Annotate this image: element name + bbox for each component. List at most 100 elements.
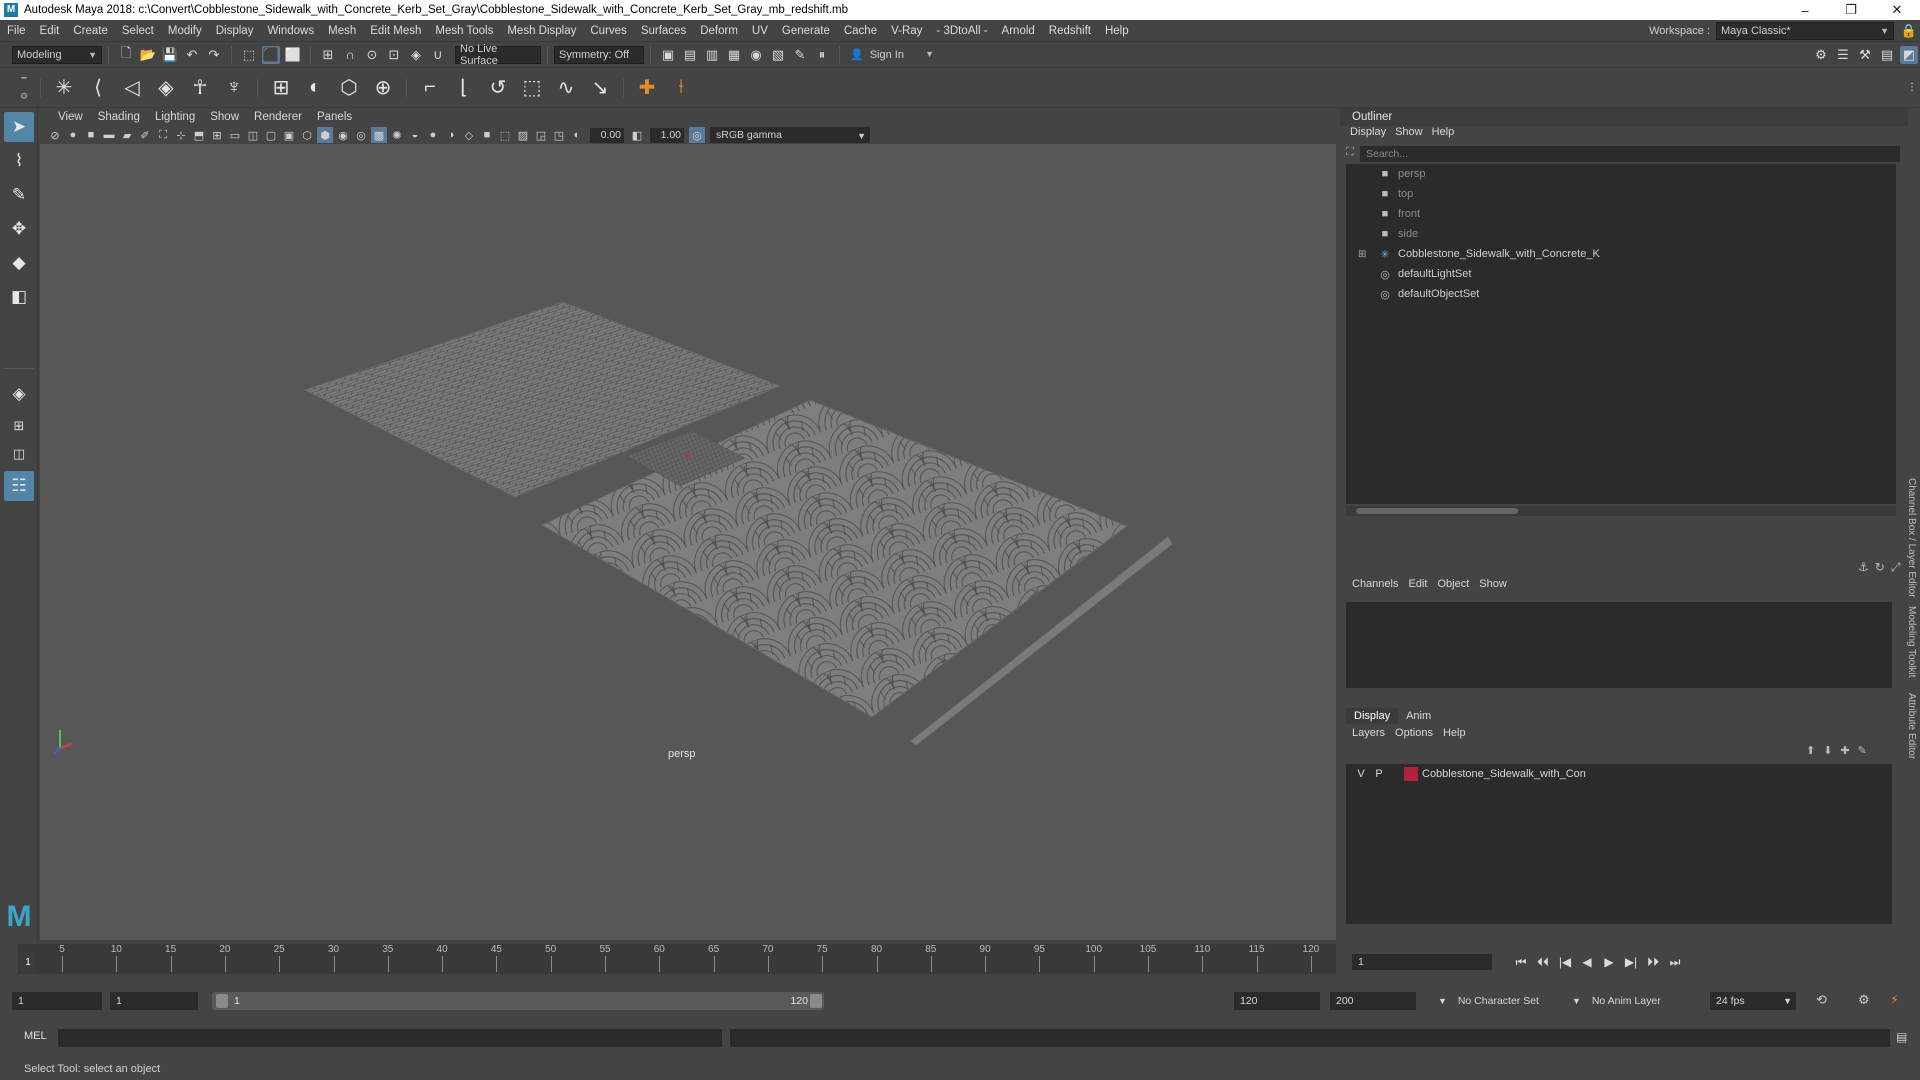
undo-icon[interactable]: ↶ [183, 46, 201, 64]
menu-help[interactable]: Help [1098, 25, 1136, 37]
channelbox-menu-channels[interactable]: Channels [1352, 578, 1408, 596]
play-backwards-icon[interactable]: ◀ [1576, 954, 1598, 970]
current-frame-field[interactable]: 1 [1352, 954, 1492, 970]
wireframe-on-shaded-icon[interactable]: ◎ [353, 127, 369, 143]
save-scene-icon[interactable]: 💾 [161, 46, 179, 64]
shelf-grip[interactable]: ━ ⚙ [14, 70, 34, 106]
menu-deform[interactable]: Deform [693, 25, 745, 37]
two-view-layout-icon[interactable]: ◫ [4, 443, 34, 465]
wave-icon[interactable]: ↘ [584, 72, 616, 104]
command-input[interactable] [58, 1029, 722, 1047]
minimize-button[interactable]: – [1782, 0, 1828, 20]
time-ruler[interactable]: 1 5 10 15 20 25 30 35 40 45 50 55 60 65 70 75 80 85 90 95 1… [18, 944, 1336, 974]
layer-menu-layers[interactable]: Layers [1352, 727, 1395, 739]
ipr-render-icon[interactable]: ▥ [703, 46, 721, 64]
filter-icon[interactable]: ⛶ [1346, 146, 1354, 159]
sign-in-button[interactable]: 👤 Sign In ▼ [846, 45, 938, 64]
gamma-field[interactable]: 1.00 [650, 127, 684, 143]
menu-modify[interactable]: Modify [161, 25, 209, 37]
side-tab-modeling-toolkit[interactable]: Modeling Toolkit [1906, 606, 1917, 678]
select-by-object-icon[interactable]: ⬛ [262, 45, 280, 64]
outliner-menu-help[interactable]: Help [1432, 126, 1464, 142]
menu-edit-mesh[interactable]: Edit Mesh [363, 25, 428, 37]
color-space-dropdown[interactable]: sRGB gamma ▼ [710, 127, 870, 143]
layer-menu-help[interactable]: Help [1443, 727, 1476, 739]
camera-attributes-icon[interactable]: ● [65, 127, 81, 143]
color-management-icon[interactable]: ◎ [689, 127, 705, 143]
screen-space-ao-icon[interactable]: ● [425, 127, 441, 143]
gamma-icon[interactable]: ◧ [629, 127, 645, 143]
new-layer-selected-icon[interactable]: ✎ [1858, 744, 1867, 757]
camera-select-icon[interactable]: ⊘ [47, 127, 63, 143]
anim-layer-dropdown[interactable]: ▼ No Anim Layer [1572, 992, 1682, 1010]
snap-view-icon[interactable]: ⊡ [385, 46, 403, 64]
menu-arnold[interactable]: Arnold [995, 25, 1042, 37]
step-back-frame-icon[interactable]: |◀ [1554, 954, 1576, 970]
squash-icon[interactable]: ⬚ [516, 72, 548, 104]
menu-uv[interactable]: UV [745, 25, 775, 37]
render-frame-icon[interactable]: ▣ [659, 46, 677, 64]
layer-row[interactable]: V P Cobblestone_Sidewalk_with_Con [1346, 764, 1892, 784]
render-settings-icon[interactable]: ▦ [725, 46, 743, 64]
field-chart-icon[interactable]: ⊹ [173, 127, 189, 143]
command-language-toggle[interactable]: MEL [24, 1030, 47, 1042]
workspace-dropdown[interactable]: Maya Classic* ▼ [1716, 21, 1894, 40]
select-tool-icon[interactable]: ➤ [4, 112, 34, 142]
render-view-icon[interactable]: ▤ [681, 46, 699, 64]
loop-icon[interactable]: ⟲ [1816, 992, 1827, 1008]
layer-visibility-toggle[interactable]: V [1352, 768, 1370, 780]
scale-tool-icon[interactable]: ◧ [4, 282, 34, 312]
textured-icon[interactable]: ▩ [371, 127, 387, 143]
menu-surfaces[interactable]: Surfaces [634, 25, 693, 37]
menu-edit[interactable]: Edit [33, 25, 67, 37]
wireframe-icon[interactable]: ⬡ [299, 127, 315, 143]
close-button[interactable]: ✕ [1874, 0, 1920, 20]
move-layer-up-icon[interactable]: ⬆ [1806, 744, 1815, 757]
auto-key-icon[interactable]: ⚙ [1858, 992, 1870, 1008]
playback-start-field[interactable]: 1 [110, 992, 198, 1010]
outliner-search-input[interactable]: Search... [1360, 146, 1900, 162]
attribute-editor-icon[interactable]: ☰ [1834, 46, 1852, 64]
symmetry-dropdown[interactable]: Symmetry: Off [554, 45, 644, 64]
menu-redshift[interactable]: Redshift [1042, 25, 1098, 37]
xray-components-icon[interactable]: ◳ [551, 127, 567, 143]
outliner-item-front[interactable]: ■ front [1346, 204, 1896, 224]
expand-icon[interactable]: ⊞ [1358, 249, 1366, 260]
bookmark-icon[interactable]: ■ [83, 127, 99, 143]
snap-grid-icon[interactable]: ⊞ [319, 46, 337, 64]
fps-dropdown[interactable]: 24 fps ▼ [1710, 992, 1796, 1010]
select-by-component-icon[interactable]: ⬜ [284, 46, 302, 64]
skeleton-icon[interactable]: ♆ [218, 72, 250, 104]
safe-title-icon[interactable]: ▣ [281, 127, 297, 143]
bind-skin-icon[interactable]: ◈ [150, 72, 182, 104]
redo-icon[interactable]: ↷ [205, 46, 223, 64]
viewport-3d[interactable]: persp [40, 144, 1336, 940]
xray-icon[interactable]: ▨ [515, 127, 531, 143]
outliner-item-persp[interactable]: ■ persp [1346, 164, 1896, 184]
grease-pencil-icon[interactable]: ✐ [137, 127, 153, 143]
menu-generate[interactable]: Generate [775, 25, 837, 37]
preferences-icon[interactable]: ⚡ [1890, 992, 1899, 1008]
wrap-icon[interactable]: ⬡ [333, 72, 365, 104]
range-handle[interactable]: 1 120 [212, 992, 824, 1010]
twist-icon[interactable]: ↺ [482, 72, 514, 104]
channel-refresh-icon[interactable]: ↻ [1875, 560, 1885, 575]
rotate-tool-icon[interactable]: ◆ [4, 248, 34, 278]
cluster-icon[interactable]: ◐ [299, 72, 331, 104]
tab-anim[interactable]: Anim [1398, 708, 1439, 724]
lattice-icon[interactable]: ⊞ [265, 72, 297, 104]
move-layer-down-icon[interactable]: ⬇ [1823, 744, 1832, 757]
camera-gate-icon[interactable]: ⛶ [155, 127, 171, 143]
isolate-select-icon[interactable]: ⬚ [497, 127, 513, 143]
outliner-item-default-light-set[interactable]: ◎ defaultLightSet [1346, 264, 1896, 284]
outliner-item-side[interactable]: ■ side [1346, 224, 1896, 244]
snap-curve-icon[interactable]: ∩ [341, 46, 359, 64]
sine-icon[interactable]: ∿ [550, 72, 582, 104]
locator-icon[interactable]: ✳ [48, 72, 80, 104]
step-forward-frame-icon[interactable]: ▶| [1620, 954, 1642, 970]
move-tool-icon[interactable]: ✥ [4, 214, 34, 244]
grid-icon[interactable]: ⊞ [209, 127, 225, 143]
layer-editor-icon[interactable]: ◩ [1900, 45, 1918, 64]
four-view-layout-icon[interactable]: ⊞ [4, 415, 34, 437]
bend-icon[interactable]: ⌐ [414, 72, 446, 104]
